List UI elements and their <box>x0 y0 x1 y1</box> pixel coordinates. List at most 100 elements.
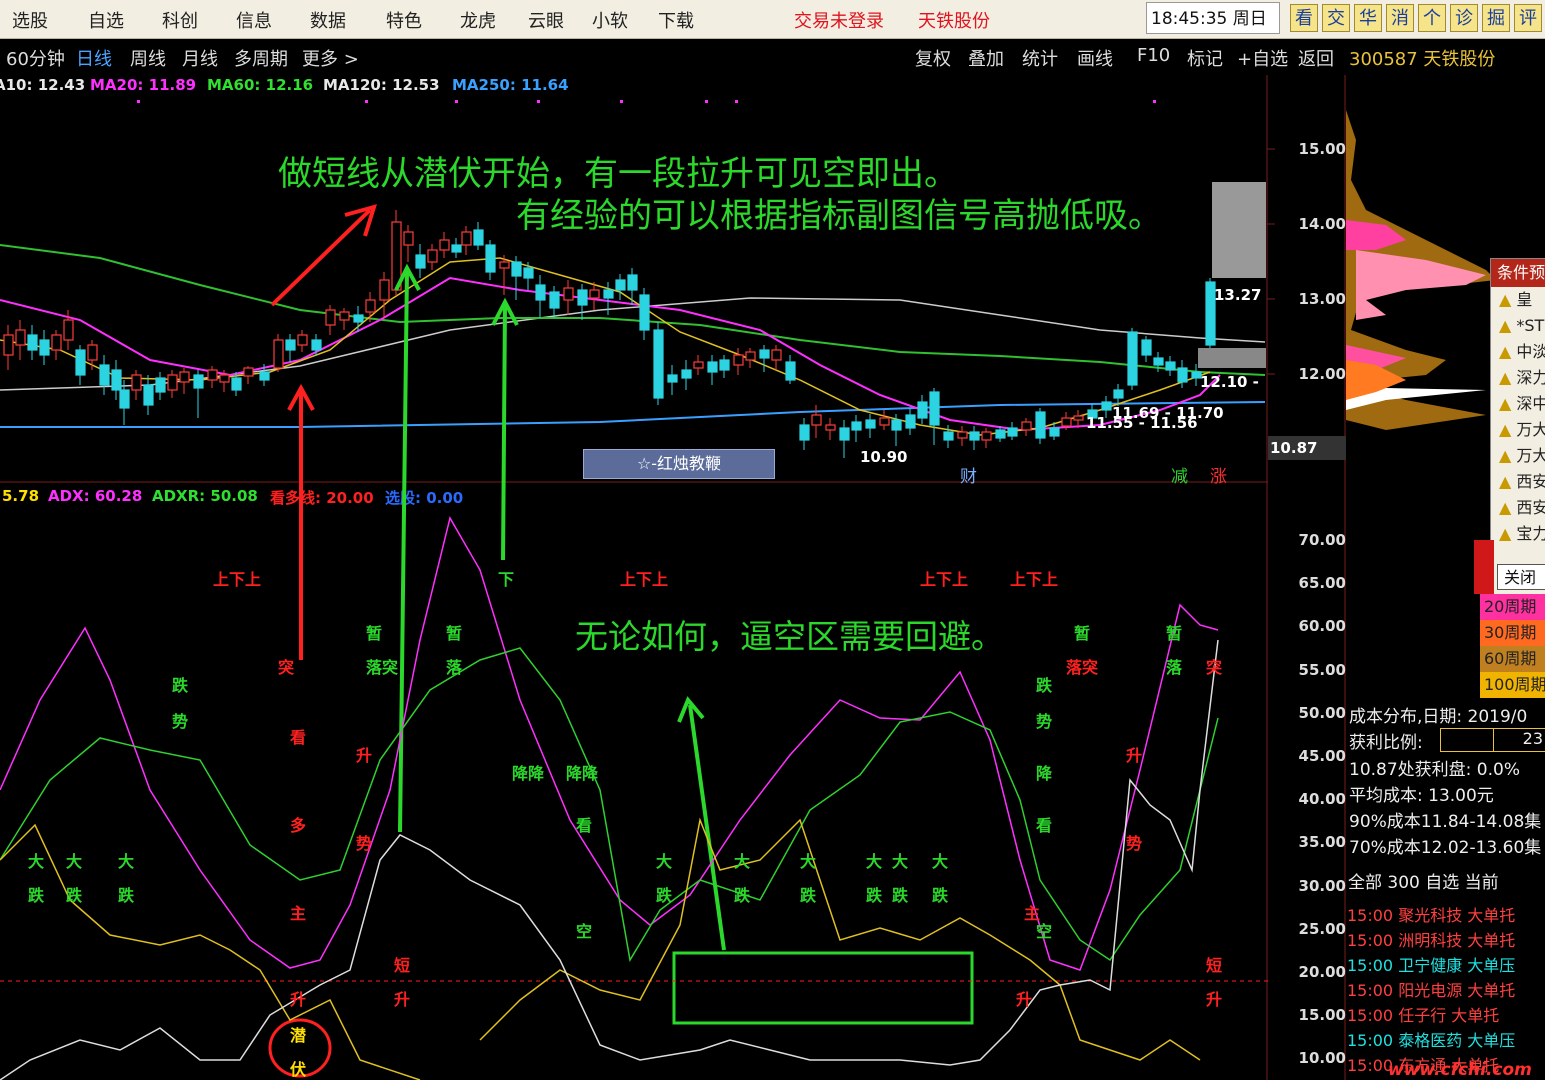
period-20[interactable]: 20周期 <box>1480 594 1545 620</box>
event-cai[interactable]: 财 <box>960 462 977 487</box>
condition-warning-popup: 条件预 ▲ 皇 ▲ *ST ▲ 中淡 ▲ 深力 ▲ 深中 ▲ 万大 ▲ 万大 ▲ 西安 ▲ 西安… <box>1490 258 1545 600</box>
list-tabs[interactable]: 全部 300 自选 当前 <box>1348 868 1499 893</box>
period-60min[interactable]: 60分钟 <box>6 45 65 71</box>
profit-ratio-value: 23 <box>1522 729 1543 748</box>
candle-body <box>131 374 142 391</box>
ma20-label: MA20: 11.89 <box>90 76 197 94</box>
popup-item[interactable]: ▲ 万大 <box>1491 417 1545 443</box>
signal-xia: 下 <box>498 570 515 589</box>
candle-body <box>273 339 284 369</box>
alert-list-item[interactable]: 15:00 聚光科技 大单托 <box>1347 902 1515 926</box>
quick-btn-zhen[interactable]: 诊 <box>1450 4 1478 32</box>
candle-body <box>693 361 704 369</box>
price-axis-13: 13.00 <box>1298 290 1346 308</box>
quick-btn-hua[interactable]: 华 <box>1354 4 1382 32</box>
signal-zan: 暂 <box>446 624 463 643</box>
candle-body <box>905 414 916 429</box>
alert-list-item[interactable]: 15:00 卫宁健康 大单压 <box>1347 952 1515 976</box>
signal-da: 大 <box>734 852 751 871</box>
popup-item[interactable]: ▲ 皇 <box>1491 287 1545 313</box>
tool-fanhui[interactable]: 返回 <box>1298 45 1334 71</box>
menu-xinxi[interactable]: 信息 <box>236 7 272 33</box>
signal-shi: 势 <box>1126 834 1143 853</box>
quick-btn-jue[interactable]: 掘 <box>1482 4 1510 32</box>
candle-body <box>1101 401 1112 411</box>
period-more[interactable]: 更多 > <box>302 45 359 71</box>
tool-add-zixuan[interactable]: +自选 <box>1237 45 1288 71</box>
tool-huaxian[interactable]: 画线 <box>1077 45 1113 71</box>
candle-body <box>1153 357 1164 366</box>
tool-diejia[interactable]: 叠加 <box>968 45 1004 71</box>
candle-body <box>1049 427 1060 437</box>
tool-biaoji[interactable]: 标记 <box>1187 45 1223 71</box>
candle-body <box>311 339 322 351</box>
period-weekly[interactable]: 周线 <box>130 45 166 71</box>
candle-body <box>771 349 782 361</box>
period-100[interactable]: 100周期 <box>1480 672 1545 698</box>
indicator-axis-label: 15.00 <box>1298 1006 1346 1025</box>
signal-fu: 伏 <box>290 1060 307 1079</box>
menu-kechuang[interactable]: 科创 <box>162 7 198 33</box>
price-axis-14: 14.00 <box>1298 215 1346 233</box>
indicator-axis-label: 40.00 <box>1298 790 1346 809</box>
login-status[interactable]: 交易未登录 <box>794 7 884 33</box>
menu-xiaoruan[interactable]: 小软 <box>592 7 628 33</box>
signal-shang-xia: 上下上 <box>213 570 262 589</box>
signal-kan: 看 <box>1036 816 1053 835</box>
popup-item[interactable]: ▲ 深中 <box>1491 391 1545 417</box>
menu-longhu[interactable]: 龙虎 <box>460 7 496 33</box>
indicator-axis-label: 55.00 <box>1298 660 1346 679</box>
period-60[interactable]: 60周期 <box>1480 646 1545 672</box>
quick-btn-ping[interactable]: 评 <box>1514 4 1542 32</box>
period-daily[interactable]: 日线 <box>76 45 112 71</box>
quick-btn-kan[interactable]: 看 <box>1290 4 1318 32</box>
ma10-label: A10: 12.43 <box>0 76 86 94</box>
candle-body <box>75 349 86 376</box>
price-axis-15: 15.00 <box>1298 140 1346 158</box>
tool-fuquan[interactable]: 复权 <box>915 45 951 71</box>
menu-xiazai[interactable]: 下载 <box>658 7 694 33</box>
candle-body <box>1073 415 1084 421</box>
popup-item[interactable]: ▲ 中淡 <box>1491 339 1545 365</box>
indicator-axis-label: 60.00 <box>1298 617 1346 636</box>
indicator-axis-label: 20.00 <box>1298 963 1346 981</box>
quick-btn-ge[interactable]: 个 <box>1418 4 1446 32</box>
alert-list-item[interactable]: 15:00 洲明科技 大单托 <box>1347 927 1515 951</box>
popup-close-button[interactable]: 关闭 <box>1497 564 1545 590</box>
alert-list-item[interactable]: 15:00 任子行 大单托 <box>1347 1002 1499 1026</box>
signal-luo-tu: 落突 <box>1066 658 1099 677</box>
event-zhang[interactable]: 涨 <box>1210 462 1227 487</box>
menu-zixuan[interactable]: 自选 <box>88 7 124 33</box>
signal-zhu: 主 <box>290 904 307 923</box>
quick-btn-xiao[interactable]: 消 <box>1386 4 1414 32</box>
candle-body <box>379 279 390 301</box>
tool-tongji[interactable]: 统计 <box>1022 45 1058 71</box>
popup-item[interactable]: ▲ 深力 <box>1491 365 1545 391</box>
candle-body <box>1177 367 1188 383</box>
popup-item[interactable]: ▲ 万大 <box>1491 443 1545 469</box>
period-multi[interactable]: 多周期 <box>234 45 288 71</box>
menu-tese[interactable]: 特色 <box>386 7 422 33</box>
period-30[interactable]: 30周期 <box>1480 620 1545 646</box>
alert-list-item[interactable]: 15:00 泰格医药 大单压 <box>1347 1027 1515 1051</box>
signal-da: 大 <box>866 852 883 871</box>
popup-item[interactable]: ▲ *ST <box>1491 313 1545 339</box>
pattern-badge[interactable]: ☆-红烛教鞭 <box>583 449 775 479</box>
candle-body <box>851 421 862 431</box>
period-monthly[interactable]: 月线 <box>182 45 218 71</box>
candle-body <box>549 291 560 309</box>
alert-list-item[interactable]: 15:00 阳光电源 大单托 <box>1347 977 1515 1001</box>
popup-item[interactable]: ▲ 西安 <box>1491 469 1545 495</box>
menu-shuju[interactable]: 数据 <box>310 7 346 33</box>
event-jian[interactable]: 减 <box>1171 462 1188 487</box>
candle-body <box>87 344 98 361</box>
menu-xuangu[interactable]: 选股 <box>12 7 48 33</box>
tool-f10[interactable]: F10 <box>1137 45 1170 66</box>
popup-item[interactable]: ▲ 宝力 <box>1491 521 1545 547</box>
menu-yunyan[interactable]: 云眼 <box>528 7 564 33</box>
quick-btn-jiao[interactable]: 交 <box>1322 4 1350 32</box>
candle-body <box>285 339 296 351</box>
popup-item[interactable]: ▲ 西安 <box>1491 495 1545 521</box>
candle-body <box>365 299 376 313</box>
candle-body <box>799 424 810 441</box>
